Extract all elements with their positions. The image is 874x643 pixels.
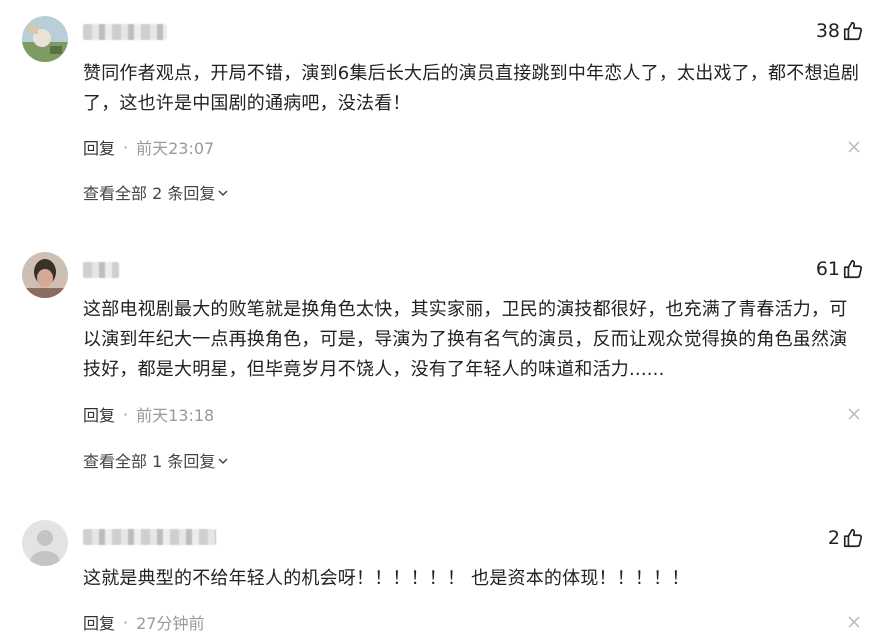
comment-meta: 回复 · 前天13:18	[83, 402, 214, 426]
thumbs-up-icon	[843, 259, 863, 279]
chevron-down-icon	[218, 458, 228, 465]
like-button[interactable]: 2	[828, 527, 864, 549]
view-replies-button[interactable]: 查看全部 2 条回复	[83, 180, 229, 204]
thumbs-up-icon	[843, 528, 863, 548]
avatar[interactable]	[22, 520, 68, 566]
username-blurred[interactable]	[83, 529, 216, 545]
comment-text: 这就是典型的不给年轻人的机会呀！！！！！！ 也是资本的体现！！！！！	[83, 568, 690, 589]
reply-button[interactable]: 回复	[83, 610, 115, 634]
username-blurred[interactable]	[83, 262, 119, 278]
chevron-down-icon	[218, 190, 228, 197]
like-count: 2	[827, 527, 840, 549]
avatar[interactable]	[22, 16, 68, 62]
close-icon[interactable]	[848, 408, 860, 420]
comment-time: 27分钟前	[136, 614, 205, 633]
close-icon[interactable]	[848, 141, 860, 153]
reply-button[interactable]: 回复	[83, 402, 115, 426]
close-icon[interactable]	[848, 616, 860, 628]
reply-button[interactable]: 回复	[83, 135, 115, 159]
view-replies-button[interactable]: 查看全部 1 条回复	[83, 448, 229, 472]
meta-separator: ·	[123, 137, 129, 157]
thumbs-up-icon	[843, 21, 863, 41]
avatar[interactable]	[22, 252, 68, 298]
username-blurred[interactable]	[83, 24, 167, 40]
comment-text: 这部电视剧最大的败笔就是换角色太快，其实家丽，卫民的演技都很好，也充满了青春活力…	[83, 299, 848, 380]
comment-time: 前天13:18	[136, 406, 215, 425]
view-replies-label: 查看全部 2 条回复	[83, 184, 216, 203]
like-count: 38	[815, 20, 840, 42]
comment-time: 前天23:07	[136, 139, 215, 158]
view-replies-label: 查看全部 1 条回复	[83, 452, 216, 471]
meta-separator: ·	[123, 404, 129, 424]
like-button[interactable]: 61	[816, 258, 864, 280]
comment-meta: 回复 · 前天23:07	[83, 135, 214, 159]
like-button[interactable]: 38	[816, 20, 864, 42]
like-count: 61	[815, 258, 840, 280]
comment-meta: 回复 · 27分钟前	[83, 610, 204, 634]
comment-text: 赞同作者观点，开局不错，演到6集后长大后的演员直接跳到中年恋人了，太出戏了，都不…	[83, 63, 860, 114]
meta-separator: ·	[123, 612, 129, 632]
